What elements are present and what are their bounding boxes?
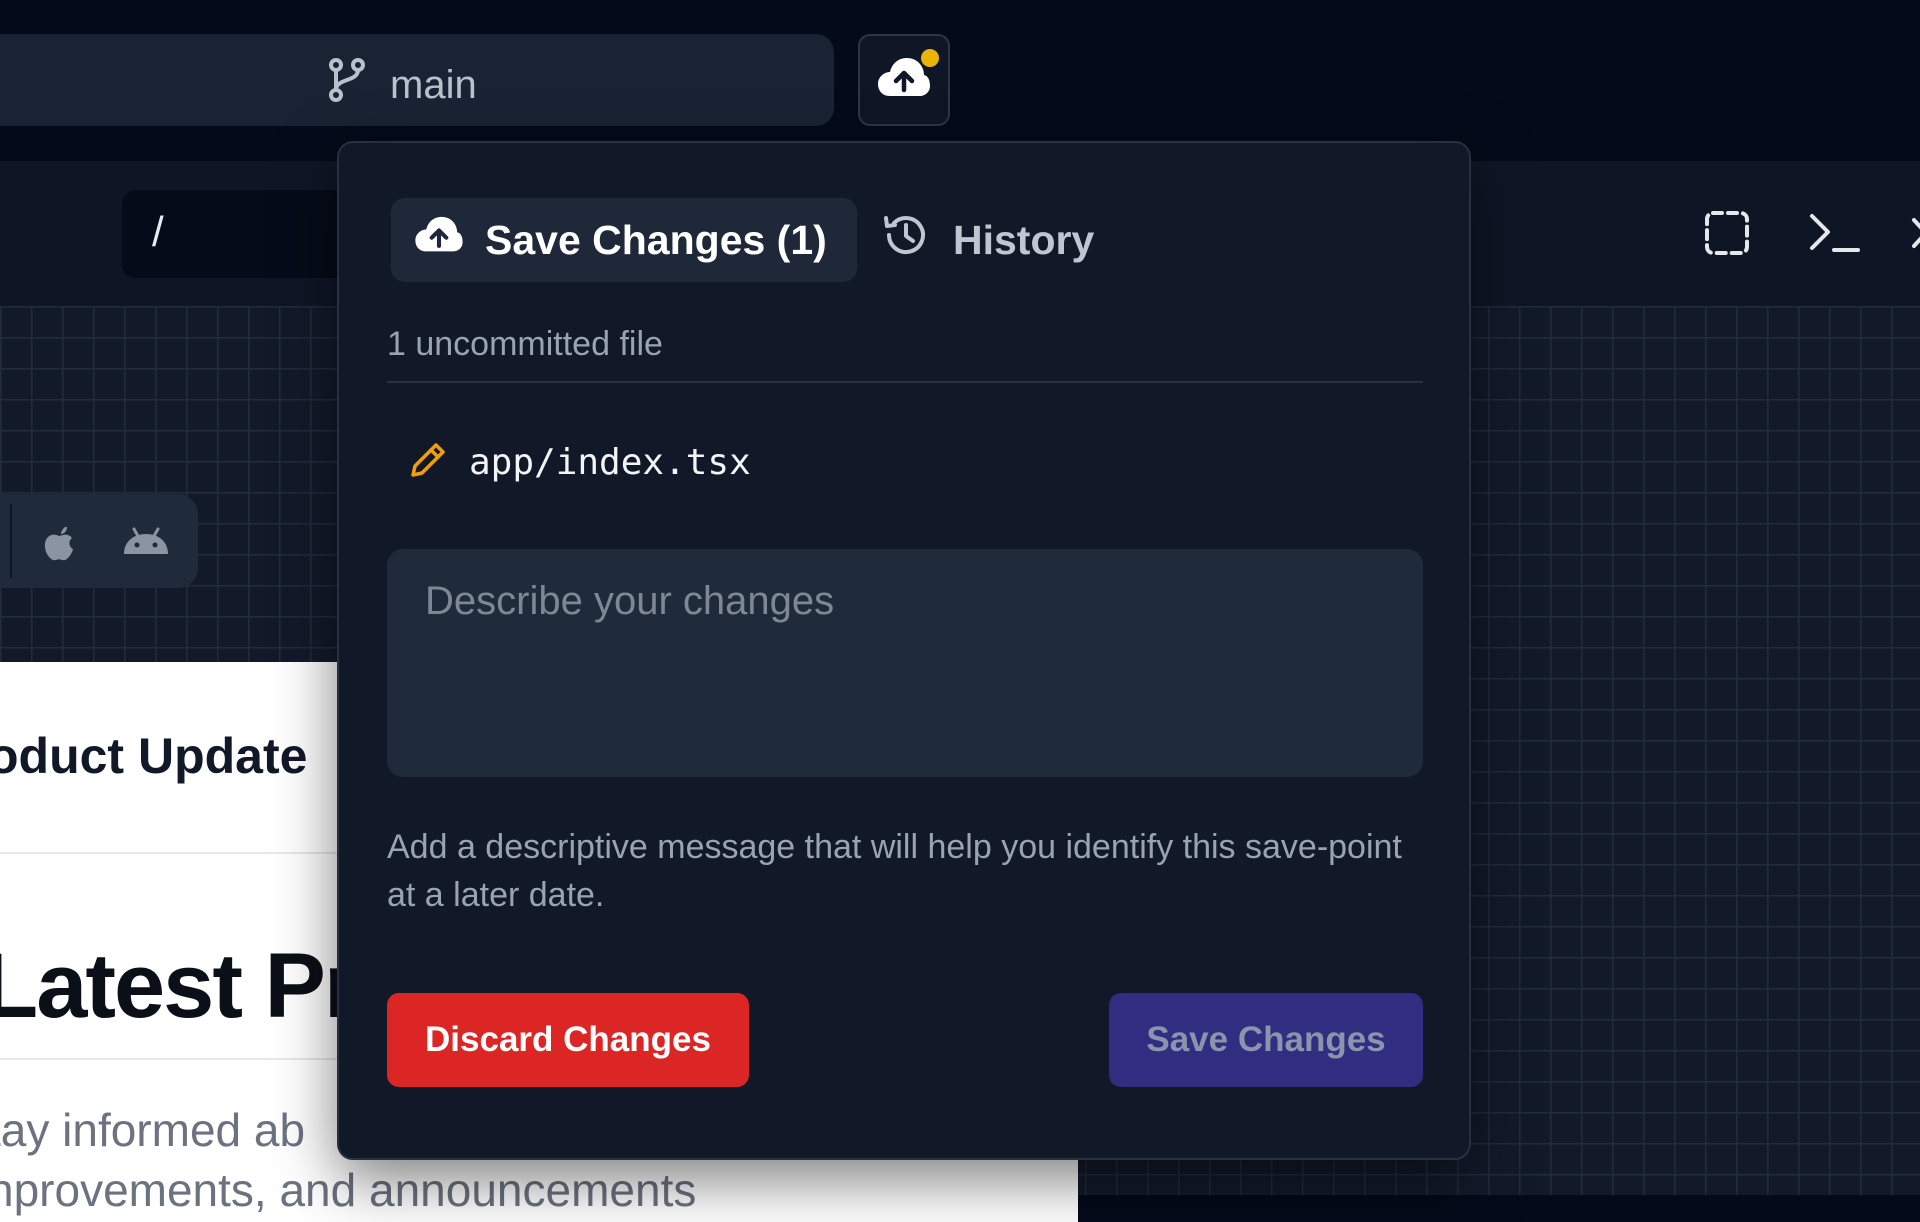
tab-label: Save Changes (1) (485, 216, 827, 263)
path-value: / (152, 208, 164, 255)
commit-message-input[interactable] (387, 549, 1423, 777)
close-icon[interactable] (1910, 216, 1920, 255)
preview-title: oduct Update (0, 728, 308, 784)
cloud-upload-icon (413, 215, 465, 265)
platform-switcher (0, 494, 198, 588)
unsaved-indicator-dot (921, 49, 939, 67)
tab-label: History (953, 216, 1095, 263)
discard-changes-button[interactable]: Discard Changes (387, 993, 749, 1087)
tab-history[interactable]: History (883, 198, 1094, 282)
git-branch-icon (326, 56, 368, 114)
pencil-icon (409, 441, 447, 484)
apple-icon[interactable] (42, 524, 76, 567)
tab-save-changes[interactable]: Save Changes (1) (391, 198, 857, 282)
divider (387, 381, 1423, 383)
uncommitted-count: 1 uncommitted file (387, 325, 663, 363)
branch-selector[interactable]: main (0, 34, 834, 126)
file-list-item[interactable]: app/index.tsx (409, 441, 751, 484)
helper-text: Add a descriptive message that will help… (387, 828, 1402, 914)
terminal-icon[interactable] (1808, 210, 1860, 261)
save-changes-toggle-button[interactable] (858, 34, 950, 126)
select-area-icon[interactable] (1704, 210, 1750, 261)
history-icon (883, 212, 929, 268)
path-input[interactable]: / (122, 190, 362, 278)
save-changes-popover: Save Changes (1) History 1 uncommitted f… (337, 141, 1471, 1160)
branch-name: main (390, 62, 477, 107)
file-name: app/index.tsx (469, 442, 751, 483)
save-changes-button[interactable]: Save Changes (1109, 993, 1423, 1087)
android-icon[interactable] (122, 526, 170, 561)
